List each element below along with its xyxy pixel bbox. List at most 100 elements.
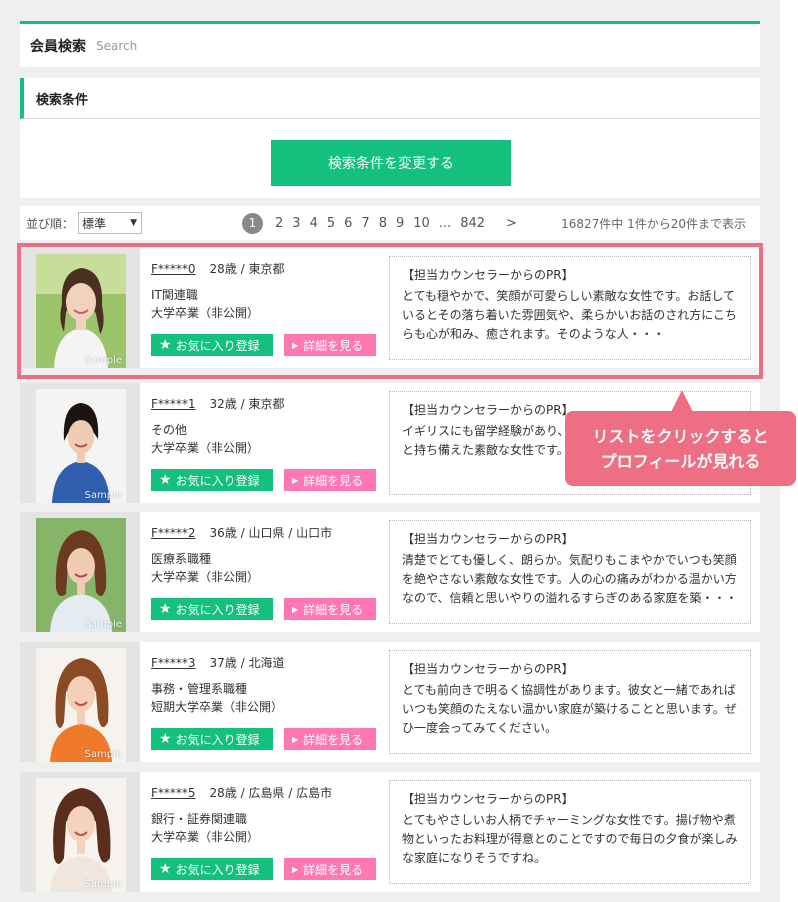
- page-current[interactable]: 1: [242, 212, 263, 234]
- detail-label: 詳細を見る: [303, 732, 364, 747]
- page-link[interactable]: 9: [396, 216, 404, 231]
- pr-text: とてもやさしいお人柄でチャーミングな女性です。揚げ物や煮物といったお料理が得意と…: [402, 813, 738, 865]
- page-link[interactable]: 10: [413, 216, 430, 231]
- sort-selected-value: 標準: [82, 216, 107, 231]
- favorite-label: お気に入り登録: [175, 732, 260, 747]
- chevron-down-icon: ▼: [130, 218, 138, 228]
- member-job: IT関連職: [151, 288, 198, 302]
- detail-label: 詳細を見る: [303, 602, 364, 617]
- detail-label: 詳細を見る: [303, 338, 364, 353]
- member-id-link[interactable]: F*****3: [151, 656, 196, 670]
- member-age-location: 32歳 / 東京都: [209, 397, 285, 411]
- member-education: 大学卒業（非公開）: [151, 441, 260, 455]
- pr-title: 【担当カウンセラーからのPR】: [402, 532, 574, 546]
- page-link[interactable]: 4: [310, 216, 318, 231]
- conditions-heading: 検索条件: [20, 78, 760, 119]
- pr-title: 【担当カウンセラーからのPR】: [402, 662, 574, 676]
- star-icon: ★: [159, 337, 172, 353]
- detail-button[interactable]: ▶ 詳細を見る: [284, 858, 376, 880]
- play-arrow-icon: ▶: [292, 604, 299, 614]
- detail-button[interactable]: ▶ 詳細を見る: [284, 598, 376, 620]
- page-link[interactable]: 5: [327, 216, 335, 231]
- callout-line1: リストをクリックすると: [592, 426, 769, 446]
- page-link[interactable]: 7: [361, 216, 369, 231]
- member-info: F*****0 28歳 / 東京都 IT関連職 大学卒業（非公開） ★ お気に入り登…: [151, 248, 386, 368]
- play-arrow-icon: ▶: [292, 864, 299, 874]
- member-card[interactable]: Sample F*****5 28歳 / 広島県 / 広島市 銀行・証券関連職 大…: [20, 772, 760, 892]
- member-card[interactable]: Sample F*****0 28歳 / 東京都 IT関連職 大学卒業（非公開） …: [20, 248, 760, 368]
- member-education: 大学卒業（非公開）: [151, 306, 260, 320]
- member-info: F*****5 28歳 / 広島県 / 広島市 銀行・証券関連職 大学卒業（非公開…: [151, 772, 386, 892]
- sort-select[interactable]: 標準 ▼: [78, 212, 143, 234]
- favorite-label: お気に入り登録: [175, 602, 260, 617]
- sort-label: 並び順：: [26, 216, 75, 231]
- member-id-link[interactable]: F*****5: [151, 786, 196, 800]
- favorite-button[interactable]: ★ お気に入り登録: [151, 334, 273, 356]
- detail-label: 詳細を見る: [303, 473, 364, 488]
- pr-box: 【担当カウンセラーからのPR】 とても穏やかで、笑顔が可愛らしい素敵な女性です。…: [389, 256, 751, 360]
- pr-title: 【担当カウンセラーからのPR】: [402, 268, 574, 282]
- sample-watermark: Sample: [84, 490, 123, 501]
- callout-arrow: [671, 390, 693, 412]
- callout-line2: プロフィールが見れる: [600, 451, 761, 471]
- page-link[interactable]: 3: [292, 216, 300, 231]
- pr-box: 【担当カウンセラーからのPR】 清楚でとても優しく、朗らか。気配りもこまやかでい…: [389, 520, 751, 624]
- favorite-label: お気に入り登録: [175, 473, 260, 488]
- member-id-link[interactable]: F*****0: [151, 262, 196, 276]
- pr-text: とても前向きで明るく協調性があります。彼女と一緒であればいつも笑顔のたえない温か…: [402, 683, 737, 735]
- member-card[interactable]: Sample F*****2 36歳 / 山口県 / 山口市 医療系職種 大学卒業…: [20, 512, 760, 632]
- member-age-location: 37歳 / 北海道: [209, 656, 285, 670]
- page-link[interactable]: 6: [344, 216, 352, 231]
- member-age-location: 36歳 / 山口県 / 山口市: [209, 526, 333, 540]
- change-conditions-button[interactable]: 検索条件を変更する: [271, 140, 511, 186]
- favorite-label: お気に入り登録: [175, 338, 260, 353]
- favorite-button[interactable]: ★ お気に入り登録: [151, 469, 273, 491]
- next-page-button[interactable]: >: [506, 216, 517, 231]
- member-job: 事務・管理系職種: [151, 682, 248, 696]
- callout-bubble: リストをクリックすると プロフィールが見れる: [565, 411, 796, 486]
- member-info: F*****3 37歳 / 北海道 事務・管理系職種 短期大学卒業（非公開） ★ お…: [151, 642, 386, 762]
- pr-text: 清楚でとても優しく、朗らか。気配りもこまやかでいつも笑顔を絶やさない素敵な女性で…: [402, 553, 738, 605]
- member-education: 大学卒業（非公開）: [151, 830, 260, 844]
- pagination: 1 2 3 4 5 6 7 8 9 10 ... 842 >: [242, 206, 517, 240]
- member-info: F*****1 32歳 / 東京都 その他 大学卒業（非公開） ★ お気に入り登録 …: [151, 383, 386, 503]
- photo-column: Sample: [20, 642, 140, 762]
- member-id-link[interactable]: F*****1: [151, 397, 196, 411]
- sample-watermark: Sample: [84, 749, 123, 760]
- star-icon: ★: [159, 731, 172, 747]
- member-id-link[interactable]: F*****2: [151, 526, 196, 540]
- play-arrow-icon: ▶: [292, 734, 299, 744]
- star-icon: ★: [159, 472, 172, 488]
- page-title: 会員検索: [30, 38, 86, 55]
- member-photo: Sample: [36, 648, 126, 762]
- member-photo: Sample: [36, 389, 126, 503]
- page-link[interactable]: 8: [379, 216, 387, 231]
- member-info: F*****2 36歳 / 山口県 / 山口市 医療系職種 大学卒業（非公開） ★…: [151, 512, 386, 632]
- sample-watermark: Sample: [84, 619, 123, 630]
- star-icon: ★: [159, 601, 172, 617]
- member-card[interactable]: Sample F*****3 37歳 / 北海道 事務・管理系職種 短期大学卒業（…: [20, 642, 760, 762]
- member-age-location: 28歳 / 広島県 / 広島市: [209, 786, 333, 800]
- favorite-label: お気に入り登録: [175, 862, 260, 877]
- member-job: 銀行・証券関連職: [151, 812, 248, 826]
- pr-box: 【担当カウンセラーからのPR】 とてもやさしいお人柄でチャーミングな女性です。揚…: [389, 780, 751, 884]
- detail-label: 詳細を見る: [303, 862, 364, 877]
- detail-button[interactable]: ▶ 詳細を見る: [284, 728, 376, 750]
- pr-text: とても穏やかで、笑顔が可愛らしい素敵な女性です。お話しているとその落ち着いた雰囲…: [402, 289, 738, 341]
- page-link-last[interactable]: 842: [460, 216, 485, 231]
- favorite-button[interactable]: ★ お気に入り登録: [151, 858, 273, 880]
- favorite-button[interactable]: ★ お気に入り登録: [151, 598, 273, 620]
- detail-button[interactable]: ▶ 詳細を見る: [284, 334, 376, 356]
- favorite-button[interactable]: ★ お気に入り登録: [151, 728, 273, 750]
- sort-pager-bar: 並び順： 標準 ▼ 1 2 3 4 5 6 7 8 9 10 ... 842 >…: [20, 206, 760, 240]
- photo-column: Sample: [20, 383, 140, 503]
- page-link[interactable]: 2: [275, 216, 283, 231]
- pr-title: 【担当カウンセラーからのPR】: [402, 792, 574, 806]
- sample-watermark: Sample: [84, 355, 123, 366]
- member-education: 短期大学卒業（非公開）: [151, 700, 284, 714]
- photo-column: Sample: [20, 512, 140, 632]
- star-icon: ★: [159, 861, 172, 877]
- member-job: その他: [151, 423, 188, 437]
- detail-button[interactable]: ▶ 詳細を見る: [284, 469, 376, 491]
- member-job: 医療系職種: [151, 552, 212, 566]
